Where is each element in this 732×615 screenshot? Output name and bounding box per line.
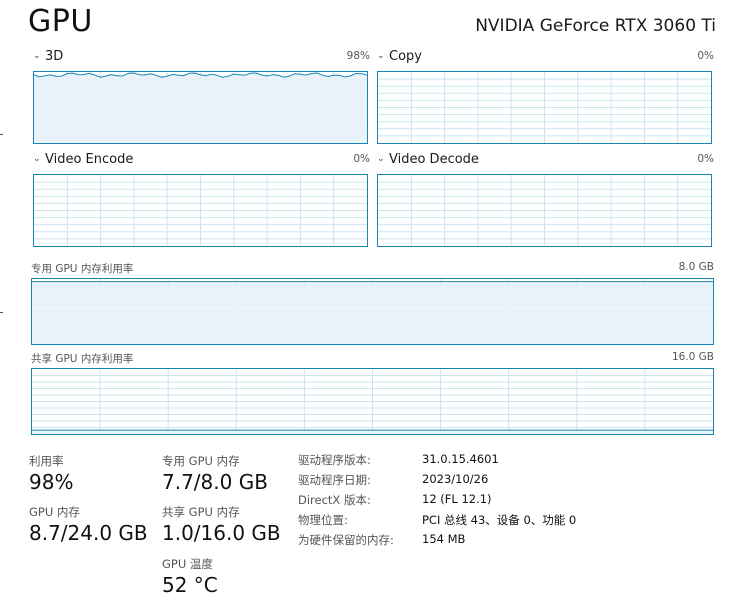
shared-memory-graph-max: 16.0 GB: [671, 351, 714, 363]
page-title: GPU: [28, 4, 93, 39]
engine-header-video-encode[interactable]: ⌄ Video Encode 0%: [33, 152, 370, 170]
chevron-down-icon[interactable]: ⌄: [33, 154, 45, 164]
engine-graph-video-decode: [377, 174, 712, 247]
engine-name: Video Encode: [45, 152, 134, 167]
stat-label: GPU 温度: [162, 557, 213, 571]
engine-name: Video Decode: [389, 152, 479, 167]
chevron-down-icon[interactable]: ⌄: [377, 51, 389, 61]
engine-name: 3D: [45, 49, 64, 64]
graph-canvas: [378, 72, 711, 143]
engine-graph-copy: [377, 71, 712, 144]
engine-graph-video-encode: [33, 174, 368, 247]
stat-gpu-temperature: GPU 温度 52 °C: [162, 556, 218, 597]
engine-percent: 98%: [346, 50, 370, 62]
stat-value: 98%: [29, 470, 74, 494]
graph-canvas: [34, 72, 367, 143]
stat-gpu-memory: GPU 内存 8.7/24.0 GB: [29, 504, 148, 545]
engine-header-3d[interactable]: ⌄ 3D 98%: [33, 49, 370, 67]
stat-value: 7.7/8.0 GB: [162, 470, 268, 494]
graph-canvas: [32, 369, 713, 434]
info-key: 为硬件保留的内存:: [298, 533, 394, 547]
dedicated-memory-graph-label: 专用 GPU 内存利用率: [31, 263, 134, 275]
usage-area: [34, 73, 367, 143]
stat-utilization: 利用率 98%: [29, 453, 73, 494]
info-value: 154 MB: [422, 532, 466, 546]
gpu-model-name: NVIDIA GeForce RTX 3060 Ti: [475, 16, 716, 36]
graph-canvas: [32, 279, 713, 344]
graph-canvas: [378, 175, 711, 246]
engine-header-video-decode[interactable]: ⌄ Video Decode 0%: [377, 152, 714, 170]
usage-area: [32, 430, 713, 434]
stat-shared-memory: 共享 GPU 内存 1.0/16.0 GB: [162, 504, 281, 545]
engine-graph-3d: [33, 71, 368, 144]
chevron-down-icon[interactable]: ⌄: [377, 154, 389, 164]
stat-label: GPU 内存: [29, 505, 80, 519]
stat-label: 利用率: [29, 454, 64, 468]
info-key: 驱动程序日期:: [298, 473, 371, 487]
engine-percent: 0%: [697, 153, 714, 165]
shared-memory-graph: [31, 368, 714, 435]
info-key: DirectX 版本:: [298, 493, 371, 507]
engine-percent: 0%: [697, 50, 714, 62]
info-value: 2023/10/26: [422, 472, 489, 486]
stat-value: 1.0/16.0 GB: [162, 521, 281, 545]
shared-memory-graph-label: 共享 GPU 内存利用率: [31, 353, 134, 365]
stat-value: 8.7/24.0 GB: [29, 521, 148, 545]
stat-dedicated-memory: 专用 GPU 内存 7.7/8.0 GB: [162, 453, 268, 494]
stat-value: 52 °C: [162, 573, 218, 597]
graph-canvas: [34, 175, 367, 246]
info-value: 12 (FL 12.1): [422, 492, 492, 506]
usage-area: [32, 281, 713, 344]
engine-name: Copy: [389, 49, 422, 64]
dedicated-memory-graph: [31, 278, 714, 345]
info-key: 物理位置:: [298, 513, 348, 527]
window-edge-mark: [0, 312, 3, 313]
chevron-down-icon[interactable]: ⌄: [33, 51, 45, 61]
info-value: PCI 总线 43、设备 0、功能 0: [422, 513, 577, 527]
info-value: 31.0.15.4601: [422, 452, 499, 466]
window-edge-mark: [0, 134, 3, 135]
engine-header-copy[interactable]: ⌄ Copy 0%: [377, 49, 714, 67]
dedicated-memory-graph-max: 8.0 GB: [678, 261, 714, 273]
engine-percent: 0%: [353, 153, 370, 165]
stat-label: 专用 GPU 内存: [162, 454, 240, 468]
stat-label: 共享 GPU 内存: [162, 505, 240, 519]
info-key: 驱动程序版本:: [298, 453, 371, 467]
